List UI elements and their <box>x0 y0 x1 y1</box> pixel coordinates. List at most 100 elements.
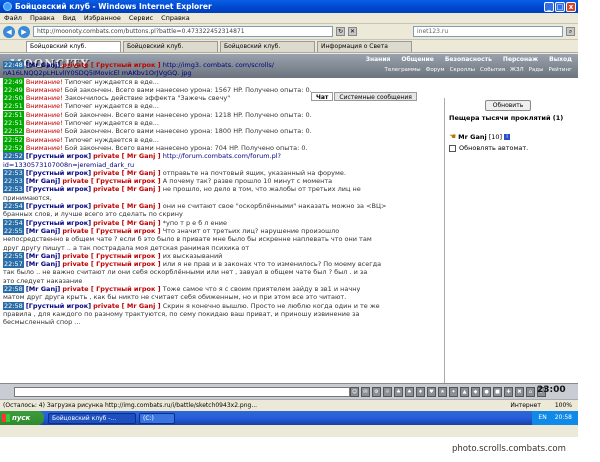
chat-timestamp[interactable]: 22:49 <box>3 77 24 86</box>
browser-tab-2[interactable]: Бойцовский клуб. <box>123 41 218 52</box>
forward-arrow-icon[interactable]: ▶ <box>18 25 30 38</box>
tool-button-11[interactable]: ▲ <box>460 387 469 397</box>
refresh-icon[interactable]: ↻ <box>336 27 345 36</box>
tool-button-2[interactable]: ✉ <box>361 387 370 397</box>
tool-button-14[interactable]: ■ <box>493 387 502 397</box>
chat-timestamp[interactable]: 22:54 <box>3 202 24 211</box>
chat-timestamp[interactable]: 22:58 <box>3 301 24 310</box>
private-tag[interactable]: private [ Mr Ganj ] <box>93 202 160 210</box>
chat-nick[interactable]: [Mr Ganj] <box>26 285 60 293</box>
chat-nick[interactable]: [Грустный игрок] <box>26 185 91 193</box>
private-tag[interactable]: private [ Mr Ganj ] <box>93 169 160 177</box>
nav-rady[interactable]: Рады <box>529 67 544 73</box>
private-tag[interactable]: private [ Грустный игрок ] <box>62 177 160 185</box>
user-name[interactable]: Mr Ganj <box>458 133 487 141</box>
nav-character[interactable]: Персонаж <box>503 56 538 63</box>
chat-nick[interactable]: [Грустный игрок] <box>26 219 91 227</box>
tool-button-16[interactable]: ✖ <box>515 387 524 397</box>
chat-nick[interactable]: [Грустный игрок] <box>26 152 91 160</box>
menu-help[interactable]: Справка <box>161 14 190 22</box>
message-input[interactable] <box>14 387 350 397</box>
address-input[interactable]: http://moonoty.combats.com/buttons.pl?ba… <box>33 26 333 37</box>
stop-icon[interactable]: ✕ <box>348 27 357 36</box>
chat-timestamp[interactable]: 22:57 <box>3 260 24 269</box>
chat-timestamp[interactable]: 22:51 <box>3 119 24 128</box>
tool-button-12[interactable]: ◆ <box>471 387 480 397</box>
nav-security[interactable]: Безопасность <box>445 56 492 63</box>
browser-tab-4[interactable]: Информация о Света <box>317 41 412 52</box>
chat-nick[interactable]: [Грустный игрок] <box>26 302 91 310</box>
menu-tools[interactable]: Сервис <box>129 14 153 22</box>
chat-timestamp[interactable]: 22:49 <box>3 85 24 94</box>
nav-rating[interactable]: Рейтинг <box>548 67 572 73</box>
private-tag[interactable]: private [ Грустный игрок ] <box>62 260 160 268</box>
tool-button-6[interactable]: ♠ <box>405 387 414 397</box>
chat-timestamp[interactable]: 22:52 <box>3 152 24 161</box>
chat-nick[interactable]: [Mr Ganj] <box>26 252 60 260</box>
window-titlebar[interactable]: Бойцовский клуб - Windows Internet Explo… <box>0 0 578 13</box>
tool-button-7[interactable]: ♦ <box>416 387 425 397</box>
chat-timestamp[interactable]: 22:55 <box>3 251 24 260</box>
minimize-button[interactable]: _ <box>544 1 554 12</box>
browser-tab-1[interactable]: Бойцовский клуб. <box>26 41 121 52</box>
chat-timestamp[interactable]: 22:58 <box>3 285 24 294</box>
chat-nick[interactable]: [Грустный игрок] <box>26 202 91 210</box>
tool-button-8[interactable]: ♥ <box>427 387 436 397</box>
chat-timestamp[interactable]: 22:53 <box>3 177 24 186</box>
tool-button-15[interactable]: ✚ <box>504 387 513 397</box>
nav-exit[interactable]: Выход <box>549 56 572 63</box>
private-tag[interactable]: private [ Грустный игрок ] <box>62 252 160 260</box>
search-input[interactable]: inet123.ru <box>413 26 563 37</box>
nav-zhzl[interactable]: ЖЗЛ <box>510 67 524 73</box>
chat-timestamp[interactable]: 22:53 <box>3 168 24 177</box>
chat-timestamp[interactable]: 22:55 <box>3 226 24 235</box>
chat-timestamp[interactable]: 22:52 <box>3 135 24 144</box>
private-tag[interactable]: private [ Грустный игрок ] <box>62 285 160 293</box>
chat-timestamp[interactable]: 22:52 <box>3 143 24 152</box>
chat-timestamp[interactable]: 22:50 <box>3 94 24 103</box>
tool-button-1[interactable]: ☺ <box>350 387 359 397</box>
private-tag[interactable]: private [ Mr Ganj ] <box>93 302 160 310</box>
chat-timestamp[interactable]: 22:51 <box>3 102 24 111</box>
chat-timestamp[interactable]: 22:51 <box>3 110 24 119</box>
info-icon[interactable]: i <box>504 133 511 140</box>
chat-nick[interactable]: [Mr Ganj] <box>26 61 60 69</box>
tool-button-13[interactable]: ● <box>482 387 491 397</box>
menu-favorites[interactable]: Избранное <box>84 14 121 22</box>
auto-refresh-option[interactable]: Обновлять автомат. <box>449 144 528 152</box>
close-button[interactable]: x <box>566 1 576 12</box>
refresh-button[interactable]: Обновить <box>485 100 531 111</box>
private-tag[interactable]: private [ Грустный игрок ] <box>62 61 160 69</box>
back-arrow-icon[interactable]: ◀ <box>3 25 15 38</box>
menu-file[interactable]: Файл <box>4 14 22 22</box>
private-tag[interactable]: private [ Mr Ganj ] <box>93 185 160 193</box>
tool-button-9[interactable]: ★ <box>438 387 447 397</box>
start-button[interactable]: пуск <box>0 411 44 425</box>
zoom-level[interactable]: 100% <box>555 400 572 411</box>
chat-timestamp[interactable]: 22:52 <box>3 127 24 136</box>
menu-view[interactable]: Вид <box>63 14 76 22</box>
nav-events[interactable]: События <box>480 67 505 73</box>
chat-timestamp[interactable]: 22:48 <box>3 61 24 69</box>
tool-button-5[interactable]: ♣ <box>394 387 403 397</box>
chat-nick[interactable]: [Mr Ganj] <box>26 260 60 268</box>
private-tag[interactable]: private [ Mr Ganj ] <box>93 219 160 227</box>
chat-timestamp[interactable]: 22:54 <box>3 218 24 227</box>
tool-button-10[interactable]: ✦ <box>449 387 458 397</box>
search-icon[interactable]: ⌕ <box>566 27 575 36</box>
chat-nick[interactable]: [Mr Ganj] <box>26 227 60 235</box>
private-tag[interactable]: private [ Mr Ganj ] <box>93 152 160 160</box>
nav-scrolls[interactable]: Скроллы <box>450 67 475 73</box>
private-tag[interactable]: private [ Грустный игрок ] <box>62 227 160 235</box>
tool-button-17[interactable]: ⌂ <box>526 387 535 397</box>
user-entry[interactable]: ☚ Mr Ganj [10] i <box>449 132 511 141</box>
maximize-button[interactable]: □ <box>555 1 565 12</box>
menu-edit[interactable]: Правка <box>30 14 55 22</box>
tool-button-4[interactable]: ☼ <box>383 387 392 397</box>
auto-refresh-checkbox[interactable] <box>449 144 456 152</box>
chat-timestamp[interactable]: 22:53 <box>3 185 24 194</box>
tool-button-3[interactable]: ⚙ <box>372 387 381 397</box>
browser-tab-3[interactable]: Бойцовский клуб. <box>220 41 315 52</box>
taskbar-task-drive[interactable]: (C:) <box>139 412 175 424</box>
taskbar-task-ie[interactable]: Бойцовский клуб -... <box>48 412 136 424</box>
